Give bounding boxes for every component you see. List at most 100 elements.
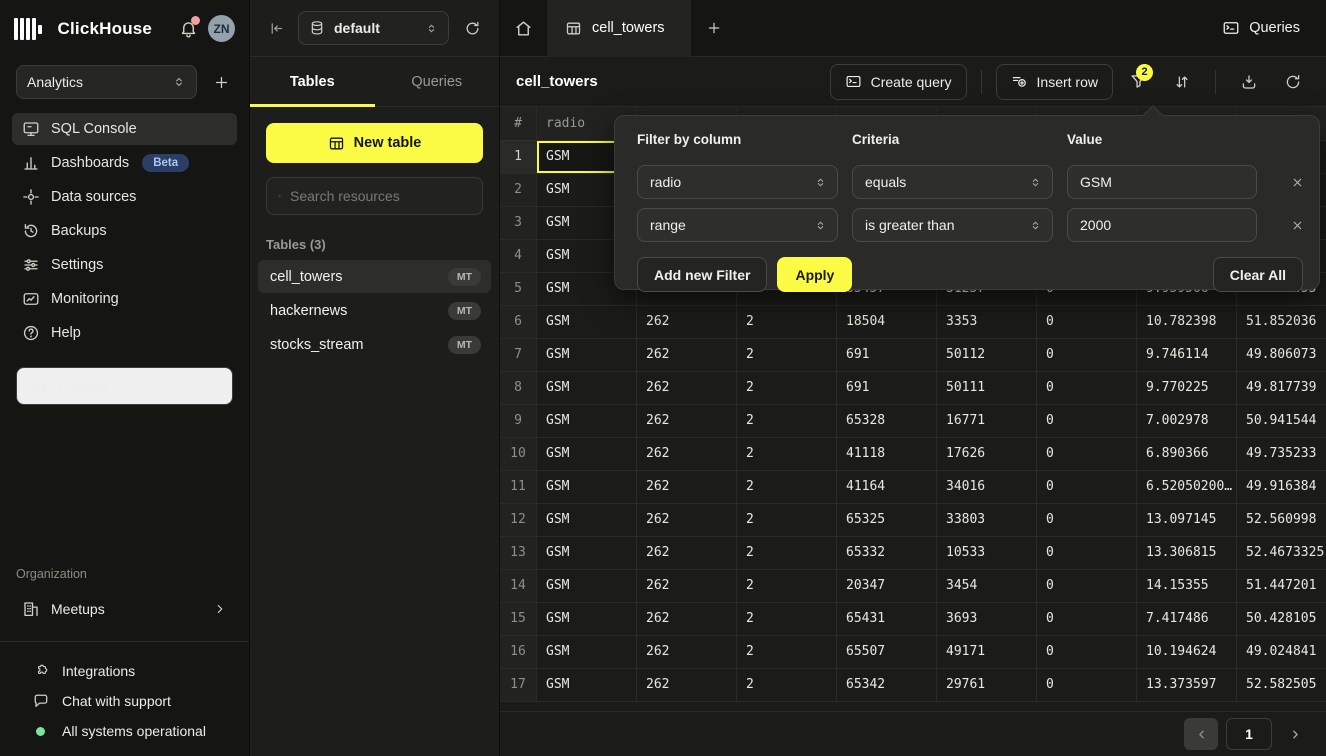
table-cell[interactable]: GSM bbox=[537, 306, 637, 339]
table-row[interactable]: 12GSM26226532533803013.09714552.560998 bbox=[500, 504, 1326, 537]
filter-button[interactable]: 2 bbox=[1119, 64, 1157, 100]
table-cell[interactable]: 0 bbox=[1037, 471, 1137, 504]
table-cell[interactable]: 0 bbox=[1037, 570, 1137, 603]
table-row[interactable]: 16GSM26226550749171010.19462449.024841 bbox=[500, 636, 1326, 669]
clear-all-button[interactable]: Clear All bbox=[1213, 257, 1303, 292]
table-cell[interactable]: 0 bbox=[1037, 669, 1137, 702]
create-query-button[interactable]: Create query bbox=[830, 64, 967, 100]
table-cell[interactable]: 50111 bbox=[937, 372, 1037, 405]
list-item-stocks-stream[interactable]: stocks_stream MT bbox=[258, 328, 491, 361]
chat-support-link[interactable]: Chat with support bbox=[0, 686, 249, 716]
table-cell[interactable]: 262 bbox=[637, 405, 737, 438]
table-cell[interactable]: 262 bbox=[637, 504, 737, 537]
notifications-button[interactable] bbox=[176, 17, 200, 41]
table-cell[interactable]: 0 bbox=[1037, 306, 1137, 339]
add-tab-button[interactable] bbox=[691, 0, 737, 57]
table-cell[interactable]: GSM bbox=[537, 471, 637, 504]
avatar[interactable]: ZN bbox=[208, 15, 235, 42]
collapse-panel-button[interactable] bbox=[264, 16, 288, 40]
table-cell[interactable]: 0 bbox=[1037, 339, 1137, 372]
filter-value-input[interactable] bbox=[1067, 165, 1257, 199]
table-cell[interactable]: 2 bbox=[737, 405, 837, 438]
table-cell[interactable]: GSM bbox=[537, 438, 637, 471]
table-cell[interactable]: GSM bbox=[537, 372, 637, 405]
table-cell[interactable]: 49.817739 bbox=[1237, 372, 1326, 405]
table-cell[interactable]: 2 bbox=[737, 306, 837, 339]
table-cell[interactable]: GSM bbox=[537, 339, 637, 372]
list-item-cell-towers[interactable]: cell_towers MT bbox=[258, 260, 491, 293]
table-cell[interactable]: 2 bbox=[737, 636, 837, 669]
table-cell[interactable]: 7.002978 bbox=[1137, 405, 1237, 438]
table-row[interactable]: 14GSM2622203473454014.1535551.447201 bbox=[500, 570, 1326, 603]
table-cell[interactable]: 0 bbox=[1037, 405, 1137, 438]
table-cell[interactable]: 9.770225 bbox=[1137, 372, 1237, 405]
table-cell[interactable]: 2 bbox=[737, 570, 837, 603]
table-cell[interactable]: 49171 bbox=[937, 636, 1037, 669]
table-cell[interactable]: 52.582505 bbox=[1237, 669, 1326, 702]
table-cell[interactable]: 13.373597 bbox=[1137, 669, 1237, 702]
filter-criteria-select[interactable]: is greater than bbox=[852, 208, 1053, 242]
table-cell[interactable]: 52.560998 bbox=[1237, 504, 1326, 537]
sidebar-item-dashboards[interactable]: Dashboards Beta bbox=[12, 147, 237, 179]
page-number[interactable]: 1 bbox=[1226, 718, 1272, 750]
remove-filter-button[interactable] bbox=[1283, 211, 1311, 239]
table-cell[interactable]: 33803 bbox=[937, 504, 1037, 537]
table-row[interactable]: 13GSM26226533210533013.30681552.4673325 bbox=[500, 537, 1326, 570]
table-cell[interactable]: 10.194624 bbox=[1137, 636, 1237, 669]
download-button[interactable] bbox=[1230, 64, 1268, 100]
table-cell[interactable]: 3693 bbox=[937, 603, 1037, 636]
table-cell[interactable]: 3353 bbox=[937, 306, 1037, 339]
table-cell[interactable]: 2 bbox=[737, 537, 837, 570]
table-cell[interactable]: 41164 bbox=[837, 471, 937, 504]
table-cell[interactable]: 2 bbox=[737, 471, 837, 504]
apply-button[interactable]: Apply bbox=[777, 257, 852, 292]
filter-criteria-select[interactable]: equals bbox=[852, 165, 1053, 199]
sidebar-item-data-sources[interactable]: Data sources bbox=[12, 181, 237, 213]
queries-button[interactable]: Queries bbox=[1222, 19, 1300, 37]
sidebar-item-monitoring[interactable]: Monitoring bbox=[12, 283, 237, 315]
table-cell[interactable]: 49.735233 bbox=[1237, 438, 1326, 471]
table-cell[interactable]: 17626 bbox=[937, 438, 1037, 471]
table-cell[interactable]: 262 bbox=[637, 669, 737, 702]
table-cell[interactable]: 262 bbox=[637, 339, 737, 372]
table-cell[interactable]: GSM bbox=[537, 669, 637, 702]
tab-tables[interactable]: Tables bbox=[250, 57, 375, 106]
table-cell[interactable]: 0 bbox=[1037, 438, 1137, 471]
table-cell[interactable]: 262 bbox=[637, 636, 737, 669]
table-cell[interactable]: 49.806073 bbox=[1237, 339, 1326, 372]
add-workspace-button[interactable] bbox=[209, 70, 233, 94]
table-cell[interactable]: 262 bbox=[637, 570, 737, 603]
table-cell[interactable]: 2 bbox=[737, 339, 837, 372]
table-cell[interactable]: GSM bbox=[537, 405, 637, 438]
table-cell[interactable]: 262 bbox=[637, 537, 737, 570]
table-cell[interactable]: 262 bbox=[637, 306, 737, 339]
table-cell[interactable]: 20347 bbox=[837, 570, 937, 603]
workspace-select[interactable]: Analytics bbox=[16, 65, 197, 99]
table-cell[interactable]: GSM bbox=[537, 603, 637, 636]
table-cell[interactable]: 6.52050200… bbox=[1137, 471, 1237, 504]
sidebar-item-sql-console[interactable]: SQL Console bbox=[12, 113, 237, 145]
table-cell[interactable]: 65507 bbox=[837, 636, 937, 669]
table-cell[interactable]: 0 bbox=[1037, 537, 1137, 570]
table-cell[interactable]: 262 bbox=[637, 471, 737, 504]
table-cell[interactable]: 2 bbox=[737, 372, 837, 405]
sidebar-item-settings[interactable]: Settings bbox=[12, 249, 237, 281]
table-cell[interactable]: 65325 bbox=[837, 504, 937, 537]
insert-row-button[interactable]: Insert row bbox=[996, 64, 1113, 100]
refresh-tables-button[interactable] bbox=[459, 20, 485, 37]
table-cell[interactable]: 65431 bbox=[837, 603, 937, 636]
list-item-hackernews[interactable]: hackernews MT bbox=[258, 294, 491, 327]
table-cell[interactable]: 262 bbox=[637, 372, 737, 405]
table-cell[interactable]: 691 bbox=[837, 339, 937, 372]
table-cell[interactable]: 262 bbox=[637, 438, 737, 471]
table-cell[interactable]: 65342 bbox=[837, 669, 937, 702]
table-cell[interactable]: 13.097145 bbox=[1137, 504, 1237, 537]
table-cell[interactable]: 2 bbox=[737, 504, 837, 537]
table-row[interactable]: 6GSM2622185043353010.78239851.852036 bbox=[500, 306, 1326, 339]
table-row[interactable]: 17GSM26226534229761013.37359752.582505 bbox=[500, 669, 1326, 702]
table-cell[interactable]: 691 bbox=[837, 372, 937, 405]
prev-page-button[interactable] bbox=[1184, 718, 1218, 750]
table-cell[interactable]: 50112 bbox=[937, 339, 1037, 372]
database-select[interactable]: default bbox=[298, 11, 449, 45]
new-table-button[interactable]: New table bbox=[266, 123, 483, 163]
